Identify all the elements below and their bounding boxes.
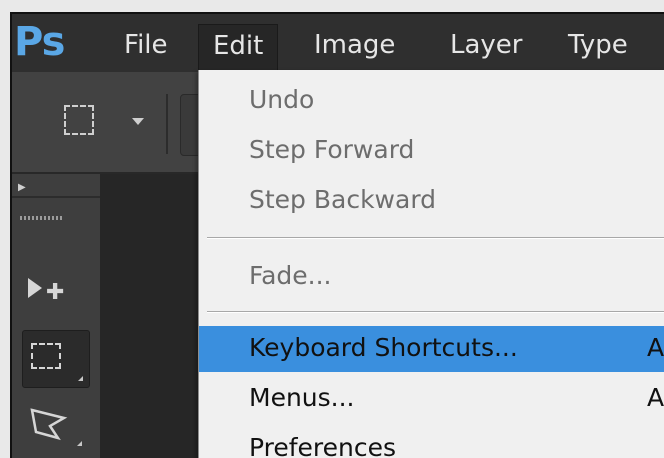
move-cross-icon: ✚ (46, 280, 65, 305)
polygonal-lasso-icon (30, 408, 68, 441)
menu-edit[interactable]: Edit (198, 24, 279, 71)
menu-layer[interactable]: Layer (436, 24, 537, 70)
menu-type[interactable]: Type (554, 24, 642, 70)
menu-bar: Ps File Edit Image Layer Type (12, 14, 664, 72)
panel-header (12, 196, 100, 198)
menu-item-menus[interactable]: Menus... Alt (199, 376, 664, 422)
chevron-down-icon[interactable] (132, 118, 144, 125)
tool-group-indicator (77, 441, 82, 446)
menu-item-fade[interactable]: Fade... (199, 254, 664, 300)
shortcut-text: Alt (647, 383, 664, 412)
lasso-tool[interactable] (22, 396, 88, 452)
shortcut-text: A (647, 333, 664, 362)
menu-item-step-backward[interactable]: Step Backward (199, 178, 664, 224)
panel-grip[interactable] (20, 216, 62, 220)
menu-item-step-forward[interactable]: Step Forward (199, 128, 664, 174)
menu-separator (207, 237, 664, 239)
tools-panel: ▶ ✚ (12, 174, 100, 458)
move-tool[interactable]: ✚ (22, 260, 88, 316)
rectangular-marquee-icon (31, 343, 61, 369)
menu-separator (207, 311, 664, 313)
menu-item-preferences[interactable]: Preferences (199, 426, 664, 458)
photoshop-window: Ps File Edit Image Layer Type ▶ ✚ Undo S… (10, 12, 664, 458)
menu-image[interactable]: Image (300, 24, 409, 70)
photoshop-logo: Ps (14, 19, 65, 65)
menu-file[interactable]: File (110, 24, 182, 70)
menu-item-keyboard-shortcuts[interactable]: Keyboard Shortcuts... A (199, 326, 664, 372)
tool-group-indicator (78, 376, 83, 381)
move-icon (28, 278, 42, 298)
collapse-panel-icon[interactable]: ▶ (18, 182, 26, 193)
rectangular-marquee-icon[interactable] (64, 105, 94, 135)
edit-dropdown-menu: Undo Step Forward Step Backward Fade... … (198, 70, 664, 458)
options-divider (166, 94, 168, 154)
rectangular-marquee-tool[interactable] (22, 330, 90, 388)
menu-item-undo[interactable]: Undo (199, 78, 664, 124)
